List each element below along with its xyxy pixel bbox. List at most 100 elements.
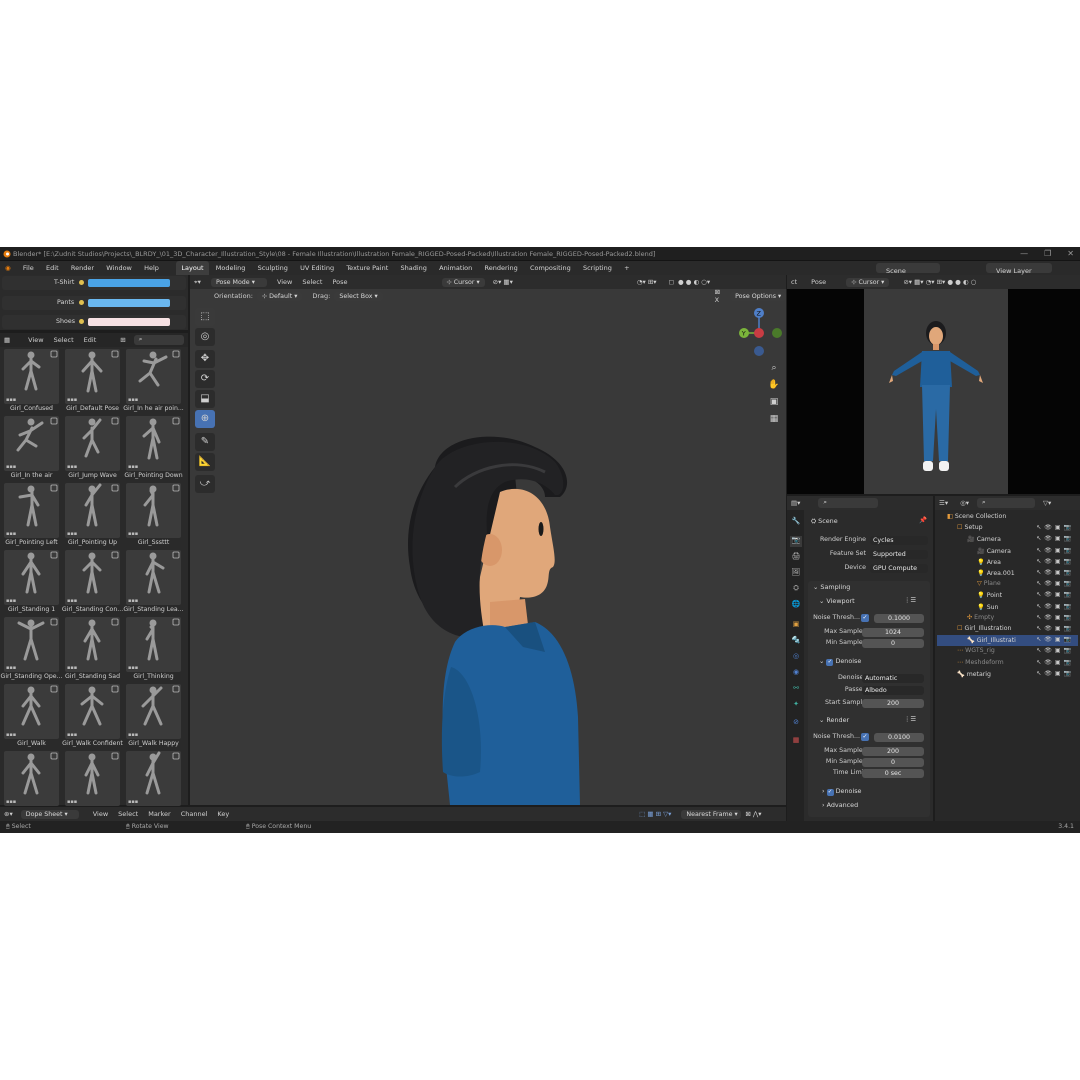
asset-thumbnail[interactable]: ▪▪▪ Girl_Standing 1	[4, 550, 59, 613]
r-min-field[interactable]: 0	[862, 758, 924, 767]
viewport-subsection-header[interactable]: ⌄ Viewport	[819, 597, 855, 605]
outliner-item[interactable]: ⋯ Meshdeform ↖👁▣📷	[937, 658, 1078, 669]
vp-menu-select[interactable]: Select	[302, 278, 322, 286]
scene-tab-icon[interactable]: ⛭	[790, 584, 802, 595]
tool-tab-icon[interactable]: 🔧	[790, 517, 802, 528]
asset-thumbnail[interactable]: ▪▪▪ Girl_Walk	[4, 684, 59, 747]
minimize-button[interactable]: —	[1020, 249, 1028, 258]
annotate-tool[interactable]: ✎	[195, 433, 215, 451]
camera-view-icon[interactable]: ▣	[768, 394, 780, 411]
visibility-toggle-icons[interactable]: ↖👁▣📷	[1036, 625, 1074, 632]
denoise2-checkbox[interactable]: ✓	[826, 789, 834, 796]
ds-menu-key[interactable]: Key	[217, 810, 229, 818]
outliner-item[interactable]: 💡 Area.001 ↖👁▣📷	[937, 568, 1078, 579]
asset-thumbnail[interactable]: ▪▪▪ Girl_Walk Happy	[126, 684, 181, 747]
denoise-checkbox[interactable]: ✓	[826, 659, 834, 666]
outliner-item[interactable]: 💡 Sun ↖👁▣📷	[937, 602, 1078, 613]
modifier-tab-icon[interactable]: 🔩	[790, 636, 802, 647]
transform-tool[interactable]: ⊕	[195, 410, 215, 428]
asset-thumbnail[interactable]: ▪▪▪ Girl_Pointing Up	[65, 483, 120, 546]
denoise-subsection-header[interactable]: ⌄ ✓ Denoise	[819, 657, 861, 666]
vp-noise-field[interactable]: 0.1000	[874, 614, 924, 623]
asset-thumbnail[interactable]: ▪▪▪ Girl_In he air poin...	[123, 349, 184, 412]
view-layer-selector[interactable]: View Layer	[986, 263, 1052, 275]
outliner-item[interactable]: 💡 Area ↖👁▣📷	[937, 557, 1078, 568]
asset-thumbnail[interactable]: ▪▪▪	[126, 751, 181, 806]
vp-min-field[interactable]: 0	[862, 639, 924, 648]
pin-icon[interactable]: 📌	[919, 516, 927, 524]
keyframe-dot-icon[interactable]	[79, 300, 84, 305]
tab-compositing[interactable]: Compositing	[525, 261, 576, 275]
shoes-color-swatch[interactable]	[88, 318, 170, 326]
asset-thumbnail[interactable]: ▪▪▪ Girl_Pointing Left	[4, 483, 59, 546]
pan-hand-icon[interactable]: ✋	[768, 377, 780, 394]
visibility-toggle-icons[interactable]: ↖👁▣📷	[1036, 647, 1074, 654]
texture-tab-icon[interactable]: ▦	[790, 736, 802, 747]
visibility-toggle-icons[interactable]: ↖👁▣📷	[1036, 580, 1074, 587]
scene-selector[interactable]: Scene	[876, 263, 940, 275]
asset-thumbnail[interactable]: ▪▪▪ Girl_Pointing Down	[124, 416, 183, 479]
navigation-gizmo[interactable]: Z Y	[734, 305, 784, 357]
outliner-item[interactable]: ⋯ WGTS_rig ↖👁▣📷	[937, 646, 1078, 657]
move-tool[interactable]: ✥	[195, 350, 215, 368]
sampling-section-header[interactable]: ⌄ Sampling	[813, 583, 850, 591]
tab-texture-paint[interactable]: Texture Paint	[341, 261, 393, 275]
add-workspace-button[interactable]: +	[619, 261, 634, 275]
tab-rendering[interactable]: Rendering	[480, 261, 523, 275]
r-noise-field[interactable]: 0.0100	[874, 733, 924, 742]
menu-render[interactable]: Render	[66, 261, 99, 275]
menu-window[interactable]: Window	[101, 261, 137, 275]
physics-tab-icon[interactable]: ◉	[790, 668, 802, 679]
visibility-toggle-icons[interactable]: ↖👁▣📷	[1036, 547, 1074, 554]
outliner-item[interactable]: ▽ Plane ↖👁▣📷	[937, 579, 1078, 590]
snap-mode-selector[interactable]: Nearest Frame ▾	[681, 809, 742, 819]
ds-filter-icons[interactable]: ⬚ ▦ ⊞ ▽▾	[639, 810, 671, 818]
time-limit-field[interactable]: 0 sec	[862, 769, 924, 778]
measure-tool[interactable]: 📐	[195, 453, 215, 471]
ds-menu-marker[interactable]: Marker	[148, 810, 170, 818]
device-dropdown[interactable]: GPU Compute	[870, 564, 928, 573]
pose-options-button[interactable]: Pose Options ▾	[730, 291, 787, 301]
cam-pivot-selector[interactable]: ⊹ Cursor ▾	[846, 277, 890, 287]
outliner-item[interactable]: 💡 Point ↖👁▣📷	[937, 590, 1078, 601]
world-tab-icon[interactable]: 🌐	[790, 600, 802, 611]
visibility-toggle-icons[interactable]: ↖👁▣📷	[1036, 535, 1074, 542]
editor-type-icon[interactable]: ⌖▾	[194, 278, 201, 287]
visibility-toggle-icons[interactable]: ↖👁▣📷	[1036, 603, 1074, 610]
menu-help[interactable]: Help	[139, 261, 164, 275]
asset-menu-view[interactable]: View	[28, 336, 43, 344]
r-max-field[interactable]: 200	[862, 747, 924, 756]
object-tab-icon[interactable]: ▣	[790, 620, 802, 631]
asset-thumbnail[interactable]: ▪▪▪ Girl_Standing Lea...	[123, 550, 184, 613]
filter-icon[interactable]: ▽▾	[1043, 499, 1051, 507]
maximize-button[interactable]: ❐	[1044, 249, 1051, 258]
display-mode-icon[interactable]: ◎▾	[960, 499, 969, 507]
visibility-toggle-icons[interactable]: ↖👁▣📷	[1036, 558, 1074, 565]
character-model[interactable]	[395, 427, 585, 805]
outliner-item[interactable]: 🦴 Girl_Illustrati ↖👁▣📷	[937, 635, 1078, 647]
tshirt-color-swatch[interactable]	[88, 279, 170, 287]
outliner-item[interactable]: 🦴 metarig ↖👁▣📷	[937, 669, 1078, 680]
tab-sculpting[interactable]: Sculpting	[253, 261, 293, 275]
pivot-selector[interactable]: ⊹ Cursor ▾	[441, 277, 485, 287]
cam-menu-pose[interactable]: Pose	[811, 278, 826, 286]
scale-tool[interactable]: ⬓	[195, 390, 215, 408]
snap-x-icon[interactable]: ⊠ X	[715, 288, 720, 304]
dopesheet-mode-selector[interactable]: Dope Sheet ▾	[20, 809, 79, 819]
asset-search-input[interactable]: ⌕	[133, 335, 184, 345]
render-subsection-header[interactable]: ⌄ Render	[819, 716, 849, 724]
rotate-tool[interactable]: ⟳	[195, 370, 215, 388]
visibility-toggle-icons[interactable]: ↖👁▣📷	[1036, 670, 1074, 677]
outliner-item[interactable]: 🎥 Camera ↖👁▣📷	[937, 534, 1078, 545]
properties-search-input[interactable]: ⌕	[818, 498, 879, 508]
asset-thumbnail[interactable]: ▪▪▪	[4, 751, 59, 806]
asset-thumbnail[interactable]: ▪▪▪ Girl_Jump Wave	[65, 416, 120, 479]
particles-tab-icon[interactable]: ◎	[790, 652, 802, 663]
outliner-item[interactable]: ✣ Empty ↖👁▣📷	[937, 613, 1078, 624]
vp-menu-pose[interactable]: Pose	[332, 278, 347, 286]
ds-menu-channel[interactable]: Channel	[181, 810, 208, 818]
outliner-item[interactable]: 🎥 Camera ↖👁▣📷	[937, 546, 1078, 557]
bone-tool[interactable]: ⤻	[195, 475, 215, 493]
data-tab-icon[interactable]: ✦	[790, 700, 802, 711]
asset-thumbnail[interactable]: ▪▪▪ Girl_Standing Sad	[65, 617, 120, 680]
